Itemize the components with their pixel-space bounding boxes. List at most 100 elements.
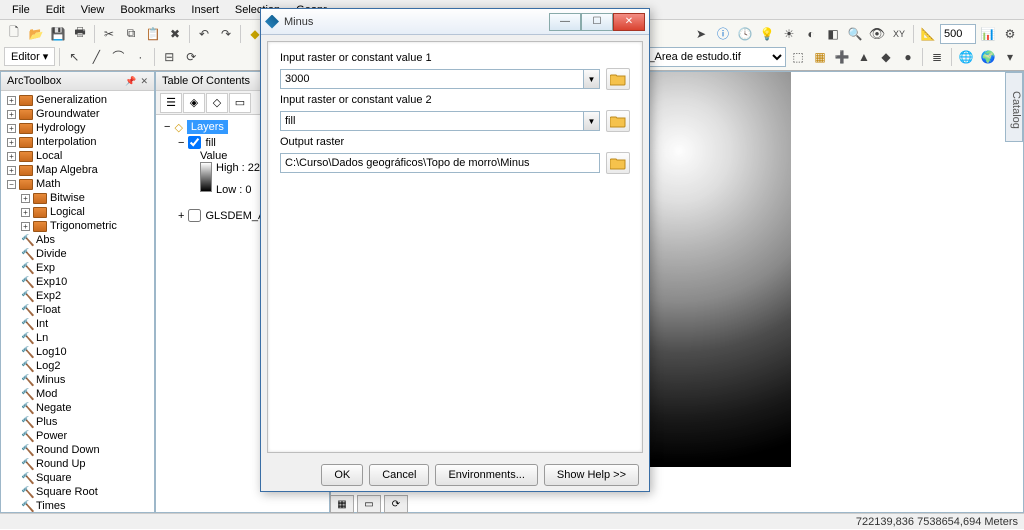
toolset-map-algebra[interactable]: Map Algebra <box>36 164 98 176</box>
toc-tab-visibility[interactable]: ◇ <box>206 93 228 113</box>
cut-icon[interactable]: ✂ <box>99 24 119 44</box>
tool-exp[interactable]: Exp <box>36 262 55 274</box>
open-icon[interactable]: 📂 <box>26 24 46 44</box>
find-icon[interactable]: 🔍 <box>845 24 865 44</box>
tool-mod[interactable]: Mod <box>36 388 57 400</box>
add-layer-icon[interactable]: ➕ <box>832 47 852 67</box>
layer-fill-checkbox[interactable] <box>188 136 201 149</box>
tool-ln[interactable]: Ln <box>36 332 48 344</box>
expand-icon[interactable]: + <box>21 208 30 217</box>
tool-log2[interactable]: Log2 <box>36 360 60 372</box>
environments-button[interactable]: Environments... <box>435 464 537 486</box>
tool-square[interactable]: Square <box>36 472 71 484</box>
toc-tab-source[interactable]: ◈ <box>183 93 205 113</box>
tool-exp10[interactable]: Exp10 <box>36 276 67 288</box>
tool-power[interactable]: Power <box>36 430 67 442</box>
expand-icon[interactable]: + <box>7 96 16 105</box>
menu-file[interactable]: File <box>4 1 38 19</box>
expand-icon[interactable]: + <box>7 166 16 175</box>
grayscale-icon[interactable]: ◐ <box>801 24 821 44</box>
output-browse-button[interactable] <box>606 152 630 174</box>
input1-dropdown-icon[interactable]: ▼ <box>584 69 600 89</box>
output-field[interactable] <box>280 153 600 173</box>
toolset-interpolation[interactable]: Interpolation <box>36 136 97 148</box>
dropdown-icon[interactable]: ▾ <box>1000 47 1020 67</box>
catalog-icon[interactable]: ▦ <box>810 47 830 67</box>
xy-icon[interactable]: XY <box>889 24 909 44</box>
rotate-icon[interactable]: ⟳ <box>181 47 201 67</box>
source-icon[interactable]: ⬚ <box>788 47 808 67</box>
value-input[interactable] <box>940 24 976 44</box>
toolset-trigonometric[interactable]: Trigonometric <box>50 220 117 232</box>
save-icon[interactable]: 💾 <box>48 24 68 44</box>
binoculars-icon[interactable]: 👁 <box>867 24 887 44</box>
paste-icon[interactable]: 📋 <box>143 24 163 44</box>
toolset-groundwater[interactable]: Groundwater <box>36 108 100 120</box>
expand-icon[interactable]: + <box>7 152 16 161</box>
print-icon[interactable]: 🖶 <box>70 24 90 44</box>
tool-float[interactable]: Float <box>36 304 60 316</box>
tool-round-down[interactable]: Round Down <box>36 444 100 456</box>
layout-view-tab[interactable]: ▭ <box>357 495 381 513</box>
ok-button[interactable]: OK <box>321 464 363 486</box>
time-icon[interactable]: 🕓 <box>735 24 755 44</box>
maximize-button[interactable]: ☐ <box>581 13 613 31</box>
redo-icon[interactable]: ↷ <box>216 24 236 44</box>
cancel-button[interactable]: Cancel <box>369 464 429 486</box>
catalog-collapsed-tab[interactable]: Catalog <box>1005 72 1023 142</box>
pointer-icon[interactable]: ➤ <box>691 24 711 44</box>
tool-divide[interactable]: Divide <box>36 248 67 260</box>
minimize-button[interactable]: — <box>549 13 581 31</box>
tool-int[interactable]: Int <box>36 318 48 330</box>
show-help-button[interactable]: Show Help >> <box>544 464 639 486</box>
toolset-math[interactable]: Math <box>36 178 60 190</box>
menu-bookmarks[interactable]: Bookmarks <box>112 1 183 19</box>
bulb-icon[interactable]: 💡 <box>757 24 777 44</box>
close-button[interactable]: ✕ <box>613 13 645 31</box>
undo-icon[interactable]: ↶ <box>194 24 214 44</box>
menu-view[interactable]: View <box>73 1 113 19</box>
layers-icon[interactable]: ≣ <box>927 47 947 67</box>
measure-icon[interactable]: 📐 <box>918 24 938 44</box>
layer-fill[interactable]: fill <box>205 137 215 149</box>
edit-line-icon[interactable]: ╱ <box>86 47 106 67</box>
input1-field[interactable] <box>280 69 584 89</box>
expand-icon[interactable]: + <box>21 194 30 203</box>
edit-point-icon[interactable]: · <box>130 47 150 67</box>
copy-icon[interactable]: ⧉ <box>121 24 141 44</box>
tool3-icon[interactable]: ● <box>898 47 918 67</box>
chart-icon[interactable]: 📊 <box>978 24 998 44</box>
edit-tool-icon[interactable]: ↖ <box>64 47 84 67</box>
settings-icon[interactable]: ⚙ <box>1000 24 1020 44</box>
contrast-icon[interactable]: ◧ <box>823 24 843 44</box>
tool-square-root[interactable]: Square Root <box>36 486 98 498</box>
expand-icon[interactable]: + <box>178 210 184 222</box>
input1-browse-button[interactable] <box>606 68 630 90</box>
delete-icon[interactable]: ✖ <box>165 24 185 44</box>
info-icon[interactable]: ⓘ <box>713 24 733 44</box>
expand-icon[interactable]: + <box>7 138 16 147</box>
menu-edit[interactable]: Edit <box>38 1 73 19</box>
globe2-icon[interactable]: 🌍 <box>978 47 998 67</box>
tool-round-up[interactable]: Round Up <box>36 458 86 470</box>
layer-glsdem-checkbox[interactable] <box>188 209 201 222</box>
tool-exp2[interactable]: Exp2 <box>36 290 61 302</box>
arctoolbox-tree[interactable]: +Generalization +Groundwater +Hydrology … <box>1 91 154 512</box>
tool-negate[interactable]: Negate <box>36 402 71 414</box>
data-view-tab[interactable]: ▦ <box>330 495 354 513</box>
input2-dropdown-icon[interactable]: ▼ <box>584 111 600 131</box>
split-icon[interactable]: ⊟ <box>159 47 179 67</box>
input2-browse-button[interactable] <box>606 110 630 132</box>
expand-icon[interactable]: + <box>21 222 30 231</box>
expand-icon[interactable]: + <box>7 124 16 133</box>
tool-minus[interactable]: Minus <box>36 374 65 386</box>
edit-arc-icon[interactable]: ⌒ <box>108 47 128 67</box>
expand-icon[interactable]: + <box>7 110 16 119</box>
toc-tab-drawing-order[interactable]: ☰ <box>160 93 182 113</box>
tool2-icon[interactable]: ◆ <box>876 47 896 67</box>
collapse-icon[interactable]: − <box>178 137 184 149</box>
editor-dropdown[interactable]: Editor ▾ <box>4 47 55 66</box>
globe-icon[interactable]: 🌐 <box>956 47 976 67</box>
toc-tab-selection[interactable]: ▭ <box>229 93 251 113</box>
dialog-titlebar[interactable]: Minus — ☐ ✕ <box>261 9 649 35</box>
